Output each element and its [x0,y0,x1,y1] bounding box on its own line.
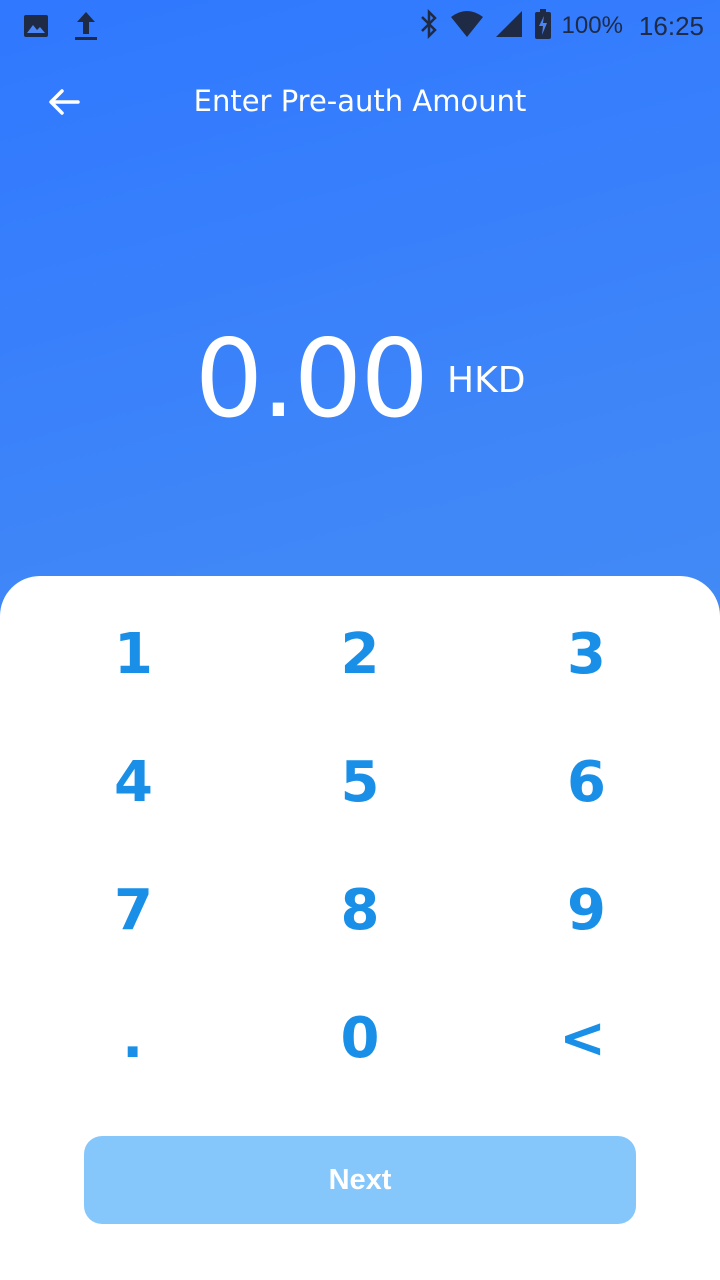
keypad: 1 2 3 4 5 6 7 8 9 . 0 < [0,590,720,1102]
signal-icon [494,9,524,43]
key-2[interactable]: 2 [260,590,460,718]
amount-display: 0.00 HKD [0,318,720,442]
app-screen: 100% 16:25 Enter Pre-auth Amount 0.00 HK… [0,0,720,1280]
battery-icon [534,8,552,44]
key-decimal[interactable]: . [0,974,260,1102]
bluetooth-icon [418,8,440,44]
upload-icon [72,10,100,46]
clock: 16:25 [638,10,704,41]
header: Enter Pre-auth Amount [0,66,720,142]
key-0[interactable]: 0 [260,974,460,1102]
image-icon [22,12,50,44]
next-button[interactable]: Next [84,1136,636,1224]
key-9[interactable]: 9 [460,846,720,974]
wifi-icon [450,10,484,42]
key-5[interactable]: 5 [260,718,460,846]
battery-percentage: 100% [561,12,623,39]
key-4[interactable]: 4 [0,718,260,846]
key-8[interactable]: 8 [260,846,460,974]
key-1[interactable]: 1 [0,590,260,718]
keypad-panel: 1 2 3 4 5 6 7 8 9 . 0 < Next [0,576,720,1280]
key-3[interactable]: 3 [460,590,720,718]
next-button-label: Next [328,1163,392,1196]
key-backspace[interactable]: < [460,974,720,1102]
page-title: Enter Pre-auth Amount [193,84,527,118]
currency-label: HKD [447,360,526,401]
key-7[interactable]: 7 [0,846,260,974]
status-bar: 100% 16:25 [0,0,720,50]
key-6[interactable]: 6 [460,718,720,846]
amount-value: 0.00 [194,317,429,442]
